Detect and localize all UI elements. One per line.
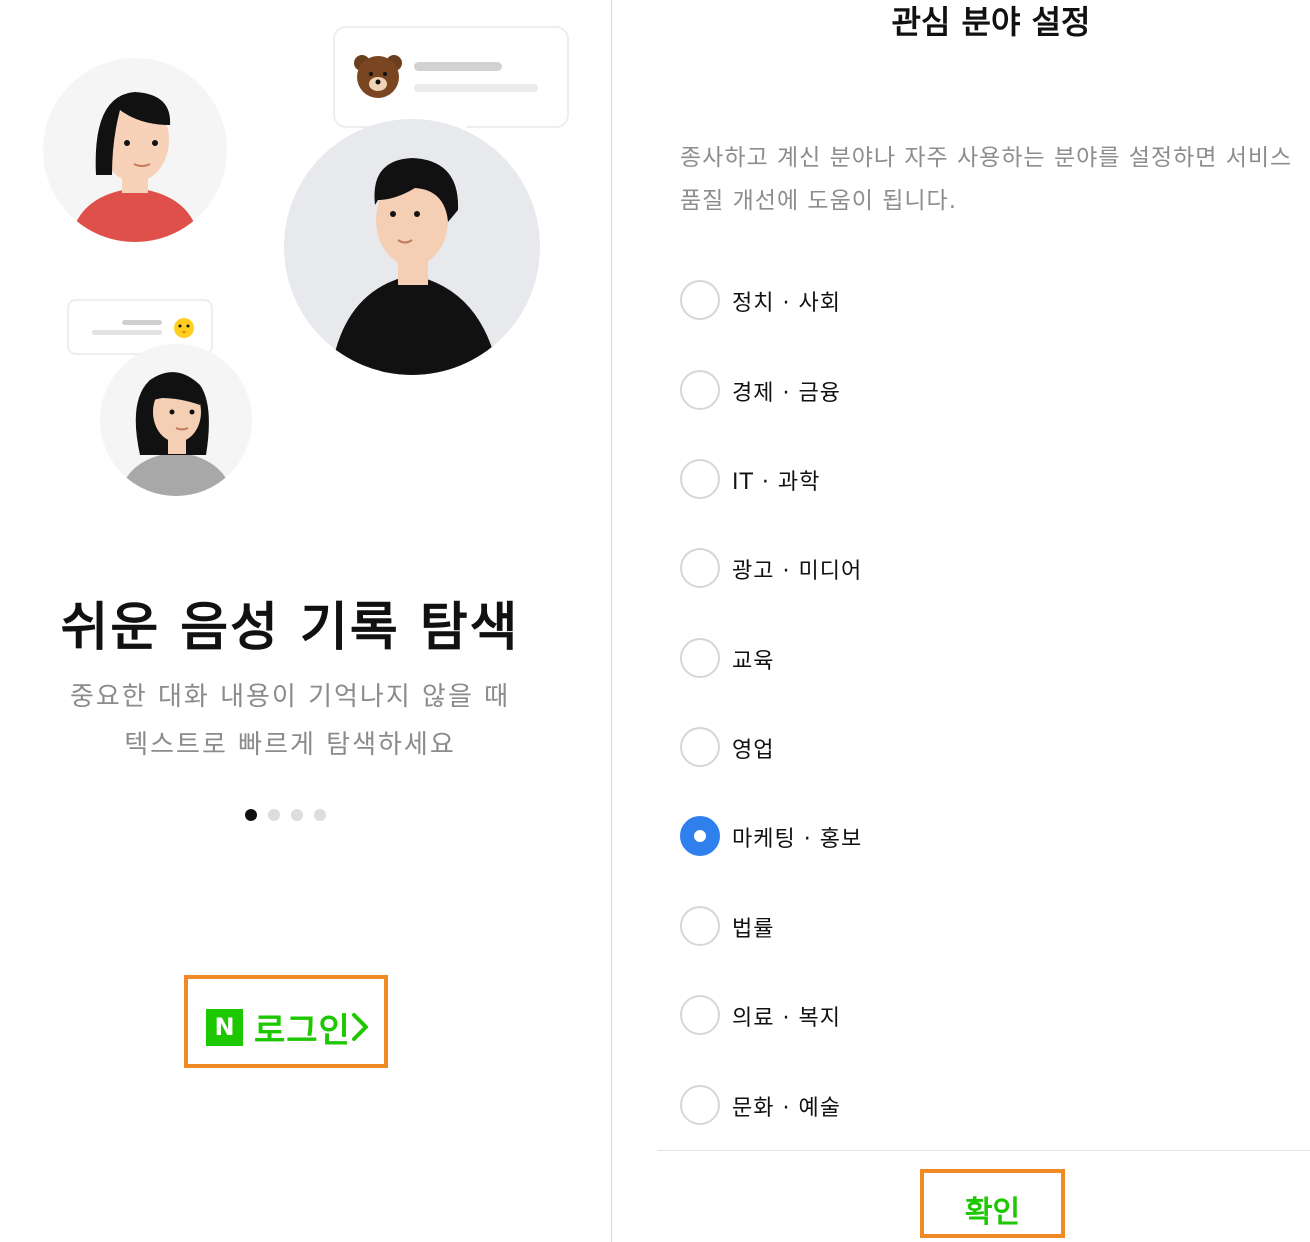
woman-avatar-bottom xyxy=(100,344,252,496)
page-dot[interactable] xyxy=(268,809,280,821)
naver-logo-icon: N xyxy=(206,1009,243,1046)
page-indicator xyxy=(245,809,326,821)
radio-button[interactable] xyxy=(680,280,720,320)
people-chatting-illustration xyxy=(43,26,569,496)
option-label: 교육 xyxy=(732,649,775,674)
interest-option-politics[interactable]: 정치 · 사회 xyxy=(680,280,1180,320)
interest-option-sales[interactable]: 영업 xyxy=(680,727,1180,767)
onboarding-panel: 쉬운 음성 기록 탐색 중요한 대화 내용이 기억나지 않을 때 텍스트로 빠르… xyxy=(0,0,611,1242)
radio-button-selected[interactable] xyxy=(680,816,720,856)
onboarding-illustration xyxy=(0,0,611,520)
option-label: 영업 xyxy=(732,738,775,763)
interest-settings-panel: 관심 분야 설정 종사하고 계신 분야나 자주 사용하는 분야를 설정하면 서비… xyxy=(612,0,1310,1242)
bottom-divider xyxy=(657,1150,1310,1151)
radio-button[interactable] xyxy=(680,906,720,946)
interest-option-law[interactable]: 법률 xyxy=(680,906,1180,946)
interest-option-education[interactable]: 교육 xyxy=(680,638,1180,678)
page-dot[interactable] xyxy=(314,809,326,821)
settings-description-line1: 종사하고 계신 분야나 자주 사용하는 분야를 설정하면 서비스 xyxy=(680,145,1293,171)
confirm-button[interactable]: 확인 xyxy=(920,1169,1065,1238)
onboarding-title: 쉬운 음성 기록 탐색 xyxy=(60,598,520,658)
radio-button[interactable] xyxy=(680,459,720,499)
settings-description-line2: 품질 개선에 도움이 됩니다. xyxy=(680,188,958,214)
option-label: 의료 · 복지 xyxy=(732,1006,841,1031)
radio-button[interactable] xyxy=(680,548,720,588)
radio-button[interactable] xyxy=(680,370,720,410)
option-label: 경제 · 금융 xyxy=(732,381,841,406)
radio-button[interactable] xyxy=(680,638,720,678)
option-label: 문화 · 예술 xyxy=(732,1096,841,1121)
onboarding-description-line1: 중요한 대화 내용이 기억나지 않을 때 xyxy=(69,682,511,712)
option-label: 광고 · 미디어 xyxy=(732,559,863,584)
interest-option-culture[interactable]: 문화 · 예술 xyxy=(680,1085,1180,1125)
option-label: 마케팅 · 홍보 xyxy=(732,827,863,852)
option-label: IT · 과학 xyxy=(732,470,821,495)
page-dot-active[interactable] xyxy=(245,809,257,821)
page-dot[interactable] xyxy=(291,809,303,821)
sally-chick-icon xyxy=(174,318,194,338)
interest-option-marketing[interactable]: 마케팅 · 홍보 xyxy=(680,816,1180,856)
confirm-label: 확인 xyxy=(964,1195,1021,1230)
interest-option-it-science[interactable]: IT · 과학 xyxy=(680,459,1180,499)
interest-option-economy[interactable]: 경제 · 금융 xyxy=(680,370,1180,410)
radio-button[interactable] xyxy=(680,727,720,767)
page-title: 관심 분야 설정 xyxy=(891,3,1091,41)
chevron-right-icon xyxy=(352,1013,368,1041)
interest-option-medical[interactable]: 의료 · 복지 xyxy=(680,995,1180,1035)
naver-login-button[interactable]: N 로그인 xyxy=(184,975,388,1068)
interest-option-advertising[interactable]: 광고 · 미디어 xyxy=(680,548,1180,588)
login-label: 로그인 xyxy=(254,1011,351,1051)
option-label: 법률 xyxy=(732,917,775,942)
onboarding-description-line2: 텍스트로 빠르게 탐색하세요 xyxy=(124,730,456,760)
option-label: 정치 · 사회 xyxy=(732,291,841,316)
radio-button[interactable] xyxy=(680,995,720,1035)
man-avatar xyxy=(284,119,540,375)
woman-avatar-top xyxy=(43,58,227,242)
radio-button[interactable] xyxy=(680,1085,720,1125)
